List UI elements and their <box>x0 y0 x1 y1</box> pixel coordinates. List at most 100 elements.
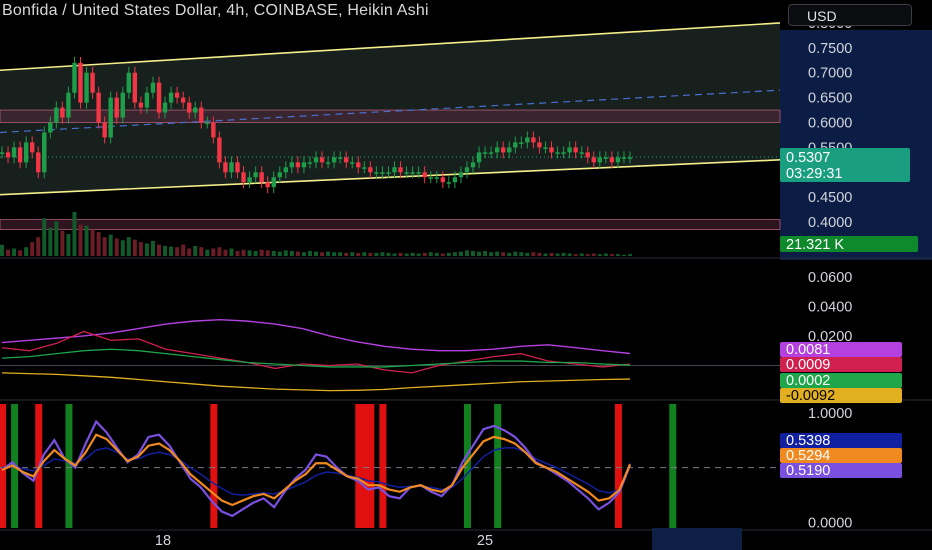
volume-bar <box>452 252 457 256</box>
volume-bar <box>157 244 161 256</box>
volume-bar <box>150 240 155 256</box>
volume-bar <box>501 252 506 256</box>
candle-body <box>476 152 482 163</box>
volume-bar <box>60 230 65 256</box>
osc-value-label: 0.0002 <box>786 373 830 389</box>
volume-bar <box>513 251 518 256</box>
volume-bar <box>289 250 294 256</box>
candle-body <box>452 177 458 183</box>
candle-body <box>66 92 71 118</box>
candle-body <box>561 152 566 154</box>
signal-bar-red <box>614 404 622 528</box>
volume-bar <box>78 224 83 256</box>
candle-body <box>199 107 204 123</box>
volume-bar <box>356 252 361 256</box>
volume-bar <box>66 234 71 256</box>
price-tick-label: 0.7500 <box>808 41 852 57</box>
volume-bar <box>320 252 325 256</box>
volume-bar <box>591 253 596 256</box>
candle-body <box>446 182 452 184</box>
candle-body <box>193 107 198 113</box>
candle-body <box>211 122 216 138</box>
volume-bar <box>410 252 415 256</box>
volume-bar <box>585 254 590 256</box>
candle-body <box>440 177 446 183</box>
signal-bar-red <box>355 404 363 528</box>
volume-bar <box>114 238 119 256</box>
volume-bar <box>96 232 101 256</box>
volume-bar <box>259 249 264 256</box>
stoch-tick-label: 1.0000 <box>808 406 852 422</box>
candle-body <box>573 147 578 153</box>
price-tick-label: 0.4500 <box>808 190 852 206</box>
candle-body <box>380 172 385 174</box>
candle-body <box>295 162 301 168</box>
volume-bar <box>338 252 343 256</box>
candle-body <box>507 147 512 153</box>
candle-body <box>235 162 240 173</box>
volume-bar <box>301 252 306 256</box>
candle-body <box>482 152 488 154</box>
price-tick-label: 0.7000 <box>808 66 852 82</box>
volume-bar <box>483 250 488 256</box>
candle-body <box>627 157 633 159</box>
candle-body <box>48 122 53 133</box>
volume-bar <box>36 237 41 256</box>
candle-body <box>362 167 367 169</box>
volume-bar <box>0 244 4 256</box>
volume-bar <box>609 254 614 256</box>
volume-bar <box>549 252 554 256</box>
osc-series-line <box>1 372 631 392</box>
volume-bar <box>126 237 131 256</box>
price-tick-label: 0.4000 <box>808 215 852 231</box>
candle-body <box>205 122 210 125</box>
volume-bar <box>597 254 602 256</box>
signal-bar-red <box>0 404 6 528</box>
price-axis-background <box>780 30 932 260</box>
candle-body <box>410 172 415 174</box>
candle-body <box>132 72 138 103</box>
volume-bar <box>543 253 548 256</box>
candle-body <box>374 172 379 174</box>
candle-body <box>78 62 83 103</box>
volume-bar <box>169 246 174 256</box>
candle-body <box>356 162 361 168</box>
volume-bar <box>350 252 355 256</box>
last-price-value: 0.5307 <box>786 150 830 166</box>
volume-bar <box>368 252 373 256</box>
volume-bar <box>621 254 626 256</box>
candle-body <box>223 162 228 173</box>
volume-bar <box>18 250 23 256</box>
candle-body <box>519 142 524 144</box>
time-tick-label: 25 <box>477 533 493 549</box>
signal-bar-red <box>361 404 369 528</box>
candle-body <box>138 102 144 108</box>
volume-bar <box>144 243 149 256</box>
volume-bar <box>561 252 566 256</box>
candle-body <box>549 147 554 153</box>
signal-bar-green <box>65 404 73 528</box>
candle-body <box>72 62 77 93</box>
candle-body <box>343 157 349 163</box>
currency-selector[interactable]: USD <box>788 4 912 26</box>
volume-bar <box>446 252 451 256</box>
candle-body <box>265 182 270 188</box>
osc-value-label: -0.0092 <box>786 388 835 404</box>
candle-body <box>90 72 95 93</box>
signal-bar-red <box>379 404 387 528</box>
volume-bar <box>247 250 252 256</box>
candle-body <box>331 157 337 163</box>
candle-body <box>180 97 186 103</box>
candle-body <box>277 172 282 178</box>
candle-body <box>609 157 615 163</box>
candle-body <box>350 162 355 164</box>
stoch-value-label: 0.5398 <box>786 433 830 449</box>
volume-bar <box>295 251 300 256</box>
candle-body <box>114 97 119 118</box>
volume-bar <box>265 250 270 256</box>
candle-body <box>585 152 590 158</box>
volume-bar <box>193 245 198 256</box>
chart-canvas[interactable]: 0.80000.75000.70000.65000.60000.55000.45… <box>0 0 932 550</box>
volume-bar <box>579 253 584 256</box>
candle-body <box>428 177 433 179</box>
